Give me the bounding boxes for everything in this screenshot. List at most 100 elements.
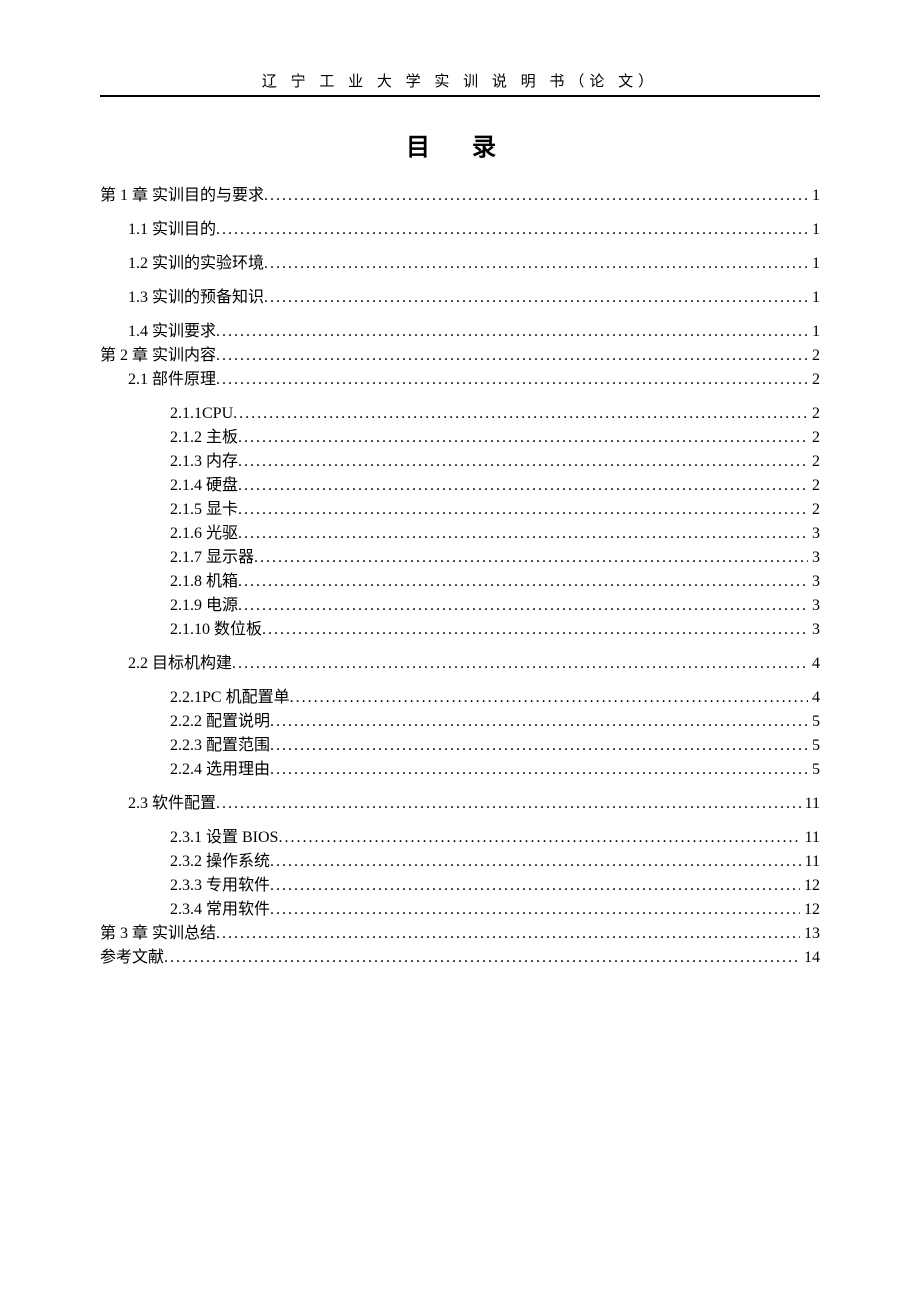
toc-entry: 2.1.10 数位板 3 (100, 618, 820, 642)
toc-leader (264, 184, 808, 208)
toc-entry: 1.2 实训的实验环境1 (100, 252, 820, 276)
toc-leader (233, 402, 808, 426)
toc-entry-page: 14 (800, 946, 820, 970)
toc-leader (264, 286, 808, 310)
toc-entry: 2.3.4 常用软件 12 (100, 898, 820, 922)
toc-entry-page: 1 (808, 184, 820, 208)
toc-entry: 2.2.3 配置范围5 (100, 734, 820, 758)
toc-entry-label: 2.1.10 数位板 (170, 618, 262, 642)
toc-entry: 2.1.8 机箱 3 (100, 570, 820, 594)
toc-entry-page: 1 (808, 218, 820, 242)
toc-entry-page: 5 (808, 758, 820, 782)
toc-entry-label: 2.1.7 显示器 (170, 546, 254, 570)
toc-entry-page: 1 (808, 286, 820, 310)
toc-entry-page: 2 (808, 368, 820, 392)
toc-leader (270, 874, 800, 898)
toc-entry: 2.2 目标机构建4 (100, 652, 820, 676)
toc-entry-label: 第 2 章 实训内容 (100, 344, 216, 368)
toc-entry-page: 13 (800, 922, 820, 946)
toc-entry: 2.1 部件原理2 (100, 368, 820, 392)
toc-entry-page: 11 (801, 826, 820, 850)
toc-entry-page: 3 (808, 594, 820, 618)
toc-leader (270, 898, 800, 922)
toc-entry: 2.1.6 光驱 3 (100, 522, 820, 546)
toc-entry: 2.3.2 操作系统 11 (100, 850, 820, 874)
toc-entry-page: 11 (801, 850, 820, 874)
toc-entry-label: 2.1.3 内存 (170, 450, 238, 474)
toc-entry: 1.4 实训要求 1 (100, 320, 820, 344)
toc-entry-page: 5 (808, 734, 820, 758)
page: 辽 宁 工 业 大 学 实 训 说 明 书（论 文） 目 录 第 1 章 实训目… (0, 0, 920, 970)
toc-entry: 2.1.5 显卡 2 (100, 498, 820, 522)
toc-entry-label: 2.2.4 选用理由 (170, 758, 270, 782)
toc-entry: 2.1.1CPU 2 (100, 402, 820, 426)
toc-leader (270, 710, 808, 734)
toc-entry-page: 2 (808, 426, 820, 450)
toc-leader (238, 594, 808, 618)
toc-entry-page: 12 (800, 898, 820, 922)
toc-entry-label: 2.1.4 硬盘 (170, 474, 238, 498)
toc-entry-page: 2 (808, 402, 820, 426)
toc-entry: 2.1.7 显示器 3 (100, 546, 820, 570)
toc-leader (238, 570, 808, 594)
toc-leader (238, 522, 808, 546)
toc-entry-page: 2 (808, 344, 820, 368)
toc-leader (278, 826, 800, 850)
toc-entry-page: 4 (808, 686, 820, 710)
toc-entry-label: 参考文献 (100, 946, 164, 970)
toc-leader (238, 450, 808, 474)
toc-entry-page: 11 (801, 792, 820, 816)
toc-entry-page: 2 (808, 450, 820, 474)
toc-entry-label: 1.1 实训目的 (128, 218, 216, 242)
toc-entry-label: 2.3 软件配置 (128, 792, 216, 816)
header-rule (100, 95, 820, 97)
toc-entry: 第 2 章 实训内容 2 (100, 344, 820, 368)
toc-leader (238, 426, 808, 450)
running-header: 辽 宁 工 业 大 学 实 训 说 明 书（论 文） (100, 70, 820, 91)
toc-entry: 2.3.3 专用软件12 (100, 874, 820, 898)
toc-entry: 2.1.2 主板2 (100, 426, 820, 450)
toc-leader (216, 792, 801, 816)
toc-entry-label: 1.2 实训的实验环境 (128, 252, 264, 276)
toc-entry: 1.3 实训的预备知识 1 (100, 286, 820, 310)
toc-entry-label: 1.3 实训的预备知识 (128, 286, 264, 310)
toc-leader (216, 218, 808, 242)
toc-entry-label: 2.1.5 显卡 (170, 498, 238, 522)
toc-entry-label: 2.2.2 配置说明 (170, 710, 270, 734)
toc-entry-page: 3 (808, 546, 820, 570)
toc-entry-label: 2.3.1 设置 BIOS (170, 826, 278, 850)
toc-leader (164, 946, 800, 970)
toc-leader (232, 652, 808, 676)
toc-leader (264, 252, 808, 276)
toc-entry-label: 2.1.8 机箱 (170, 570, 238, 594)
toc-list: 第 1 章 实训目的与要求11.1 实训目的11.2 实训的实验环境11.3 实… (100, 184, 820, 970)
toc-entry: 2.2.4 选用理由 5 (100, 758, 820, 782)
toc-entry: 2.1.3 内存 2 (100, 450, 820, 474)
toc-entry-label: 1.4 实训要求 (128, 320, 216, 344)
toc-entry-label: 2.3.2 操作系统 (170, 850, 270, 874)
toc-entry: 2.3.1 设置 BIOS 11 (100, 826, 820, 850)
toc-leader (270, 850, 801, 874)
toc-entry-label: 2.1.1CPU (170, 402, 233, 426)
toc-leader (216, 344, 808, 368)
toc-entry-page: 3 (808, 618, 820, 642)
toc-entry-page: 5 (808, 710, 820, 734)
toc-entry-label: 第 3 章 实训总结 (100, 922, 216, 946)
toc-entry-page: 3 (808, 522, 820, 546)
toc-leader (262, 618, 808, 642)
toc-entry-label: 2.3.4 常用软件 (170, 898, 270, 922)
toc-entry-label: 2.1.6 光驱 (170, 522, 238, 546)
toc-leader (216, 320, 808, 344)
toc-entry-page: 1 (808, 320, 820, 344)
toc-entry: 1.1 实训目的 1 (100, 218, 820, 242)
toc-entry: 2.1.9 电源3 (100, 594, 820, 618)
toc-leader (270, 758, 808, 782)
toc-entry-label: 第 1 章 实训目的与要求 (100, 184, 264, 208)
toc-entry-page: 3 (808, 570, 820, 594)
toc-leader (238, 474, 808, 498)
toc-entry: 2.2.1PC 机配置单4 (100, 686, 820, 710)
toc-entry: 参考文献 14 (100, 946, 820, 970)
toc-entry-page: 2 (808, 498, 820, 522)
toc-leader (238, 498, 808, 522)
toc-leader (216, 368, 808, 392)
